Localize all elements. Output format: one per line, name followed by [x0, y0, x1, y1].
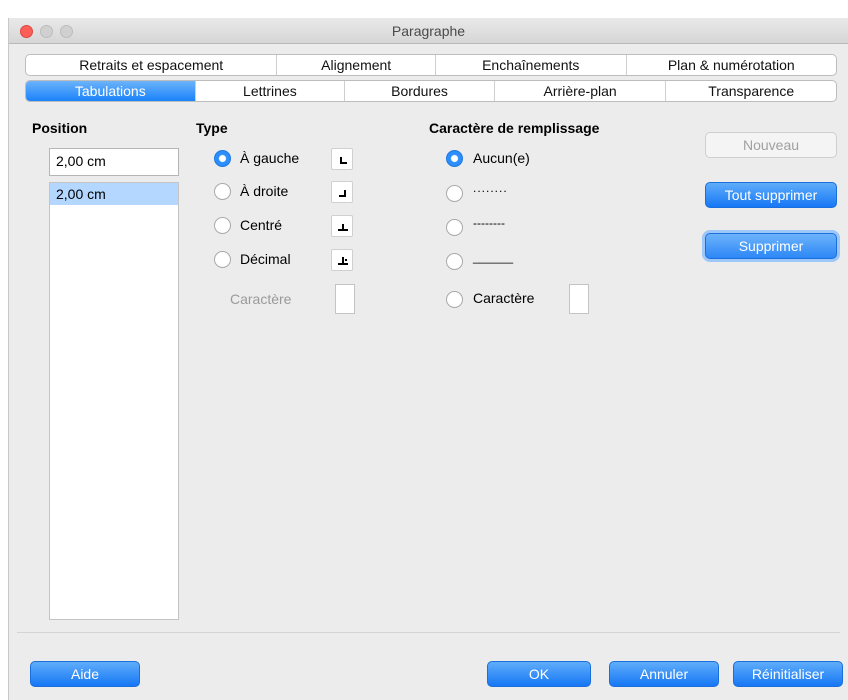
type-heading: Type [196, 120, 228, 136]
delete-button[interactable]: Supprimer [705, 233, 837, 259]
fill-character-radio[interactable] [446, 291, 463, 308]
fill-underscores-label: ______ [473, 250, 514, 264]
reset-button[interactable]: Réinitialiser [733, 661, 843, 687]
tab-enchainements[interactable]: Enchaînements [434, 55, 626, 75]
window-title: Paragraphe [391, 23, 466, 39]
position-list[interactable]: 2,00 cm [49, 182, 179, 620]
tab-decimal-icon [331, 249, 353, 271]
fill-none-radio[interactable] [446, 150, 463, 167]
tab-tabulations[interactable]: Tabulations [26, 81, 195, 101]
tab-arriere-plan[interactable]: Arrière-plan [493, 81, 666, 101]
fill-character-input[interactable] [569, 284, 589, 314]
type-decimal-radio[interactable] [214, 251, 231, 268]
tab-row-1: Retraits et espacement Alignement Enchaî… [25, 54, 837, 76]
fill-dashes-label: -------- [473, 216, 505, 230]
position-list-item[interactable]: 2,00 cm [50, 183, 178, 205]
position-heading: Position [32, 120, 88, 136]
tab-transparence[interactable]: Transparence [665, 81, 836, 101]
type-left-label: À gauche [240, 150, 300, 166]
fill-dashes-radio[interactable] [446, 219, 463, 236]
tab-plan-numerotation[interactable]: Plan & numérotation [625, 55, 836, 75]
type-right-label: À droite [240, 183, 289, 199]
fill-underscores-radio[interactable] [446, 253, 463, 270]
fill-character-label: Caractère [473, 290, 535, 306]
fill-heading: Caractère de remplissage [429, 120, 600, 136]
position-input[interactable]: 2,00 cm [49, 148, 179, 176]
type-center-radio[interactable] [214, 217, 231, 234]
tab-retraits-espacement[interactable]: Retraits et espacement [26, 55, 276, 75]
tab-left-icon [331, 148, 353, 170]
type-decimal-label: Décimal [240, 251, 291, 267]
tab-center-icon [331, 215, 353, 237]
type-center-label: Centré [240, 217, 283, 233]
type-left-radio[interactable] [214, 150, 231, 167]
cancel-button[interactable]: Annuler [609, 661, 719, 687]
delete-all-button[interactable]: Tout supprimer [705, 182, 837, 208]
tab-lettrines[interactable]: Lettrines [194, 81, 345, 101]
ok-button[interactable]: OK [487, 661, 591, 687]
title-bar: Paragraphe [9, 18, 848, 44]
type-character-label: Caractère [230, 291, 292, 307]
fill-dots-label: ........ [473, 181, 508, 195]
tab-row-2: Tabulations Lettrines Bordures Arrière-p… [25, 80, 837, 102]
fill-dots-radio[interactable] [446, 185, 463, 202]
new-button[interactable]: Nouveau [705, 132, 837, 158]
tab-bordures[interactable]: Bordures [344, 81, 494, 101]
bottom-separator [17, 632, 840, 633]
tab-alignement[interactable]: Alignement [276, 55, 435, 75]
type-character-input[interactable] [335, 284, 355, 314]
type-right-radio[interactable] [214, 183, 231, 200]
fill-none-label: Aucun(e) [473, 150, 530, 166]
paragraph-dialog: Paragraphe Retraits et espacement Aligne… [8, 18, 848, 700]
tab-right-icon [331, 181, 353, 203]
help-button[interactable]: Aide [30, 661, 140, 687]
